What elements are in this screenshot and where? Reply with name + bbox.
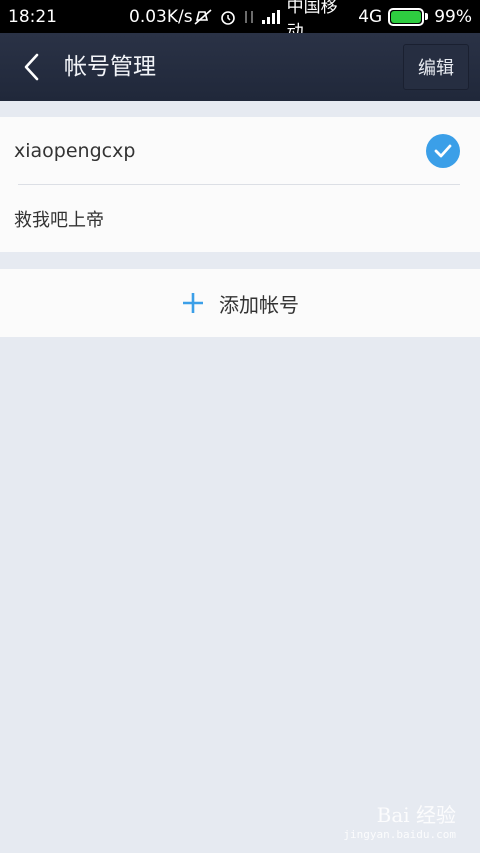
account-name: xiaopengcxp [14, 140, 136, 162]
battery-icon [388, 7, 429, 26]
network-type: 4G [358, 6, 383, 27]
chevron-left-icon [24, 53, 39, 81]
watermark-url: jingyan.baidu.com [343, 828, 456, 841]
account-list: xiaopengcxp 救我吧上帝 [0, 117, 480, 252]
mute-icon [193, 8, 213, 26]
network-speed: 0.03K/s [129, 6, 193, 27]
account-item-second[interactable]: 救我吧上帝 [0, 185, 480, 252]
checkmark-icon [426, 134, 460, 168]
signal-icon [261, 9, 281, 25]
add-account-label: 添加帐号 [219, 292, 299, 317]
page-title: 帐号管理 [64, 54, 156, 80]
account-item-xiaopengcxp[interactable]: xiaopengcxp [0, 117, 480, 185]
battery-percent: 99% [434, 6, 472, 27]
add-account-button[interactable]: 添加帐号 [0, 269, 480, 337]
account-name: 救我吧上帝 [14, 209, 104, 231]
watermark-text: Bai 经验 [376, 803, 456, 827]
edit-button[interactable]: 编辑 [403, 44, 469, 90]
alarm-icon [219, 8, 237, 26]
status-time: 18:21 [8, 6, 57, 27]
plus-icon [181, 291, 205, 315]
watermark: Bai 经验 jingyan.baidu.com [343, 799, 456, 841]
status-bar: 18:21 0.03K/s 中国移动 4G 99% [0, 0, 480, 42]
back-button[interactable] [12, 47, 52, 87]
app-bar: 帐号管理 编辑 [0, 33, 480, 101]
data-arrows-icon [243, 8, 255, 26]
